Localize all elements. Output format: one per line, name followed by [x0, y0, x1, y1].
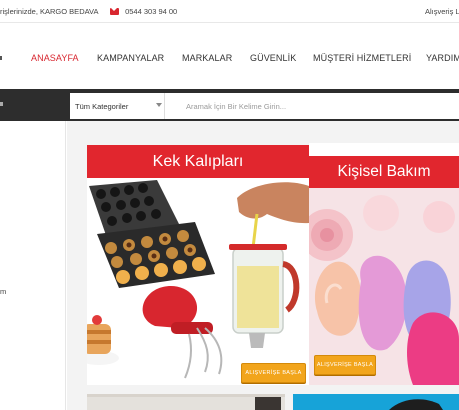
free-shipping-notice: rişlerinizde, KARGO BEDAVA: [0, 7, 99, 16]
nav-item-kampanyalar[interactable]: KAMPANYALAR: [97, 53, 164, 63]
shop-now-button[interactable]: ALIŞVERİŞE BAŞLA: [241, 363, 306, 383]
nav-item-markalar[interactable]: MARKALAR: [182, 53, 232, 63]
banner-bottom-right[interactable]: [293, 394, 459, 410]
banner-bottom-left[interactable]: [87, 394, 285, 410]
cupcake-tray: [97, 222, 215, 288]
nav-item-musteri-hizmetleri[interactable]: MÜŞTERİ HİZMETLERİ: [313, 53, 411, 63]
category-sidebar: m: [0, 121, 66, 410]
category-select-value: Tüm Kategoriler: [75, 102, 129, 111]
batter-dispenser: [229, 244, 300, 348]
sidebar-item-label[interactable]: m: [0, 287, 6, 296]
menu-toggle-edge[interactable]: [0, 102, 3, 106]
hand-with-batter: [237, 182, 309, 249]
cake-tools-image: [87, 180, 309, 379]
chevron-down-icon: [156, 103, 162, 107]
shopping-cart-link[interactable]: Alışveriş L: [425, 7, 459, 16]
search-input[interactable]: [165, 93, 459, 119]
phone-number: 0544 303 94 00: [125, 7, 178, 16]
contact-phone[interactable]: 0544 303 94 00: [110, 7, 177, 16]
banner-title: Kek Kalıpları: [87, 145, 309, 178]
hand-mixer: [142, 285, 223, 379]
banner-kek-kaliplari[interactable]: Kek Kalıpları ALIŞVERİŞE BAŞLA: [87, 145, 309, 385]
pancake-stack: [87, 315, 119, 365]
shop-now-button[interactable]: ALIŞVERİŞE BAŞLA: [314, 355, 376, 375]
banner-kisisel-bakim[interactable]: Kişisel Bakım ALIŞVERİŞE BAŞLA: [309, 143, 459, 385]
product-image-partial: [389, 399, 443, 410]
category-select[interactable]: Tüm Kategoriler: [70, 93, 165, 119]
nav-item-guvenlik[interactable]: GÜVENLİK: [250, 53, 296, 63]
main-navigation: ANASAYFA KAMPANYALAR MARKALAR GÜVENLİK M…: [0, 23, 459, 89]
logo-edge: [0, 56, 2, 60]
envelope-icon: [110, 8, 119, 15]
top-bar: rişlerinizde, KARGO BEDAVA 0544 303 94 0…: [0, 0, 459, 22]
search-bar: Tüm Kategoriler: [0, 89, 459, 121]
nav-item-yardim[interactable]: YARDIM: [426, 53, 459, 63]
beauty-sponges-image: [309, 143, 459, 385]
nav-item-anasayfa[interactable]: ANASAYFA: [31, 53, 79, 63]
product-image-partial: [87, 394, 285, 410]
